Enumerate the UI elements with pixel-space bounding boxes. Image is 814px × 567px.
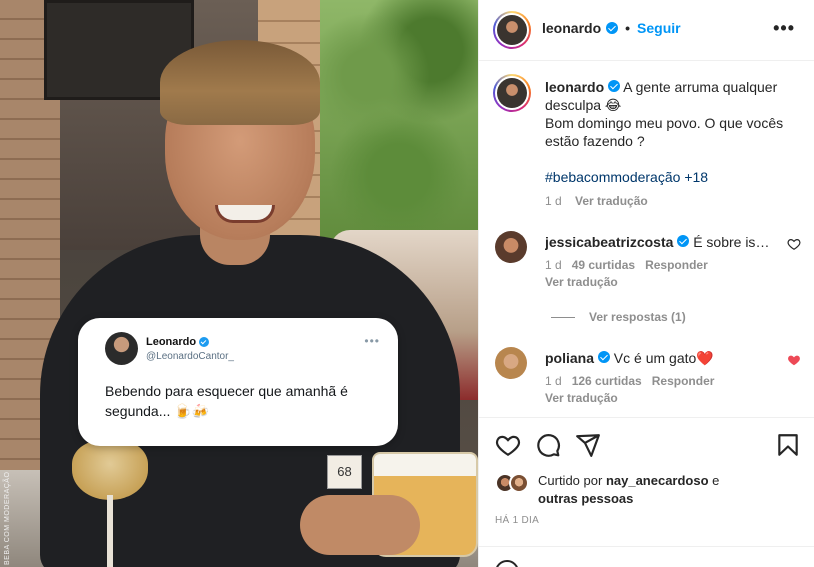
comment-translate[interactable]: Ver tradução [545,391,618,405]
view-replies[interactable]: Ver respostas (1) [551,310,686,324]
comment-body: poliana Vc é um gato❤️ [545,349,770,367]
plate-tag: 68 [327,455,362,489]
comment-meta: 1 d 126 curtidas Responder [545,374,714,388]
comment-translate[interactable]: Ver tradução [545,275,618,289]
caption-line2: Bom domingo meu povo. O que vocês estão … [545,115,784,149]
bookmark-icon[interactable] [775,432,801,458]
post-header: leonardo • Seguir ••• [479,0,814,61]
tweet-card: Leonardo @LeonardoCantor_ ••• Bebendo pa… [78,318,398,446]
caption-hashtag[interactable]: #bebacommoderação [545,169,680,185]
emoji-icon[interactable] [495,560,519,567]
comment-verified-badge-icon [677,235,690,247]
post-photo[interactable]: 68 BEBA COM MODERAÇÃO Leonardo @Leonardo… [0,0,478,567]
comment-avatar[interactable] [495,347,527,379]
background-plants [320,0,478,250]
share-icon[interactable] [575,432,601,458]
liked-by-text: Curtido por nay_anecardoso e outras pess… [538,472,798,508]
tweet-avatar [105,332,138,365]
caption-verified-badge-icon [608,80,621,92]
instagram-post: 68 BEBA COM MODERAÇÃO Leonardo @Leonardo… [0,0,814,567]
comment-likes[interactable]: 126 curtidas [572,374,642,388]
comment-meta: 1 d 49 curtidas Responder [545,258,708,272]
comment-time[interactable]: 1 d [545,258,562,272]
heart-icon[interactable] [495,432,521,458]
comment-body: jessicabeatrizcosta É sobre isso... [545,233,770,251]
person-hair [160,40,320,125]
header-user-block: leonardo • Seguir [542,20,681,36]
tweet-name-text: Leonardo [146,336,197,348]
post-time-ago[interactable]: HÁ 1 DIA [495,515,539,526]
comment-reply-button[interactable]: Responder [652,374,715,388]
add-comment-bar [479,546,814,567]
comment-text: É sobre isso... [693,234,770,250]
caption-avatar[interactable] [493,74,531,112]
caption-meta: 1 d Ver tradução [545,192,795,210]
comment-time[interactable]: 1 d [545,374,562,388]
liked-avatars [495,473,531,493]
comment-username[interactable]: jessicabeatrizcosta [545,234,673,250]
caption-translate[interactable]: Ver tradução [575,194,648,208]
person-smile [215,205,275,223]
replies-line [551,316,575,318]
comment-likes[interactable]: 49 curtidas [572,258,635,272]
follow-button[interactable]: Seguir [637,20,681,36]
tweet-text: Bebendo para esquecer que amanhã é segun… [105,383,348,419]
comment-reply-button[interactable]: Responder [645,258,708,272]
comment-icon[interactable] [535,432,561,458]
tweet-handle: @LeonardoCantor_ [146,351,234,362]
caption-time[interactable]: 1 d [545,194,562,208]
caption-text: leonardo A gente arruma qualquer desculp… [545,78,795,210]
post-side-panel: leonardo • Seguir ••• leonardo A gente a… [478,0,814,567]
liked-by-user[interactable]: nay_anecardoso [606,473,709,488]
liked-by-joiner: e [712,473,720,488]
liked-by-others[interactable]: outras pessoas [538,491,633,506]
moderation-watermark: BEBA COM MODERAÇÃO [4,471,11,565]
wine-glass [72,440,148,500]
tweet-name: Leonardo [146,336,210,348]
liked-by-prefix: Curtido por [538,473,603,488]
comment-verified-badge-icon [597,351,610,363]
header-username[interactable]: leonardo [542,20,601,36]
header-avatar[interactable] [493,11,531,49]
view-replies-label[interactable]: Ver respostas (1) [589,310,686,324]
verified-badge-icon [606,22,619,34]
comment-heart-icon[interactable] [787,237,801,251]
tweet-more-icon: ••• [364,334,380,348]
comment-avatar[interactable] [495,231,527,263]
comment-text: Vc é um gato❤️ [613,350,714,366]
action-bar [479,417,814,473]
separator-dot: • [625,20,631,36]
caption-username[interactable]: leonardo [545,79,604,95]
wine-glass-stem [107,495,113,567]
person-hand [300,495,420,555]
tweet-verified-badge-icon [199,337,210,347]
caption-hashtag-suffix: +18 [684,169,709,185]
liked-avatar[interactable] [509,473,529,493]
comment-heart-filled-icon[interactable] [787,353,801,367]
more-options-icon[interactable]: ••• [773,18,795,39]
comment-username[interactable]: poliana [545,350,594,366]
